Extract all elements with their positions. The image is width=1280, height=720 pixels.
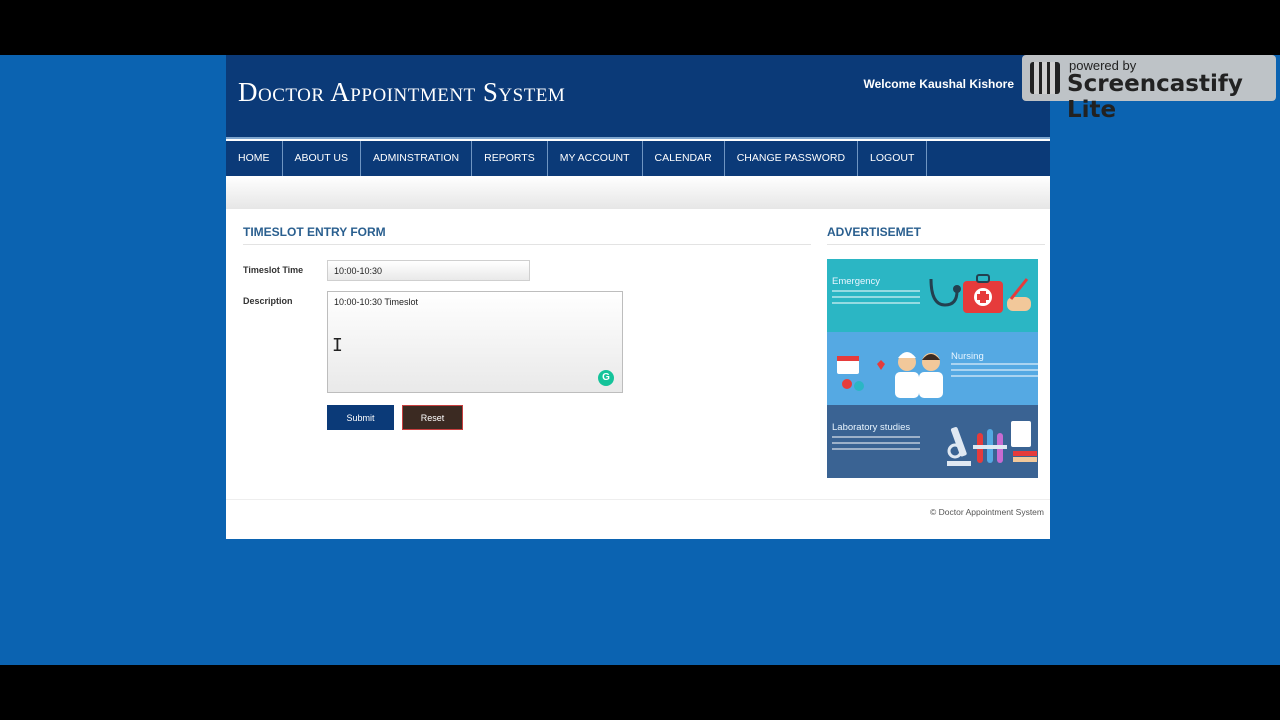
site-title[interactable]: Doctor Appointment System	[238, 77, 565, 108]
reset-button[interactable]: Reset	[402, 405, 463, 430]
description-textarea[interactable]: 10:00-10:30 Timeslot	[327, 291, 623, 393]
screencastify-watermark: powered by Screencastify Lite	[1022, 55, 1276, 123]
welcome-message: Welcome Kaushal Kishore	[863, 77, 1015, 91]
site-container: Doctor Appointment System Welcome Kausha…	[226, 55, 1050, 539]
nav-calendar[interactable]: CALENDAR	[643, 141, 725, 176]
form-title: TIMESLOT ENTRY FORM	[243, 225, 386, 239]
ad-placeholder-text	[832, 290, 920, 308]
submit-button[interactable]: Submit	[327, 405, 394, 430]
watermark-brand: Screencastify Lite	[1067, 71, 1243, 123]
microscope-icon	[947, 421, 1037, 466]
nav-administration[interactable]: ADMINSTRATION	[361, 141, 473, 176]
description-label: Description	[243, 296, 293, 306]
ad-placeholder-text	[951, 363, 1039, 381]
timeslot-time-label: Timeslot Time	[243, 265, 304, 275]
video-letterbox-bottom	[0, 665, 1280, 720]
ad-heading: Laboratory studies	[832, 422, 911, 433]
sub-header-bar	[226, 176, 1050, 209]
film-strip-icon	[1030, 62, 1060, 94]
grammarly-icon[interactable]: G	[598, 370, 614, 386]
nav-my-account[interactable]: MY ACCOUNT	[548, 141, 643, 176]
ad-panel-emergency[interactable]: Emergency	[827, 259, 1038, 332]
form-title-divider	[243, 244, 811, 245]
nav-change-password[interactable]: CHANGE PASSWORD	[725, 141, 859, 176]
main-content: TIMESLOT ENTRY FORM Timeslot Time 10:00-…	[226, 209, 1050, 499]
nav-logout[interactable]: LOGOUT	[858, 141, 928, 176]
text-cursor-icon: I	[332, 335, 343, 356]
ad-heading: Emergency	[832, 276, 881, 287]
ad-placeholder-text	[832, 436, 920, 454]
main-nav: HOME ABOUT US ADMINSTRATION REPORTS MY A…	[226, 141, 1050, 176]
footer-copyright: © Doctor Appointment System	[930, 507, 1044, 517]
site-header: Doctor Appointment System Welcome Kausha…	[226, 55, 1050, 139]
nurse-doctor-icon	[837, 352, 943, 398]
ad-panel-nursing[interactable]: Nursing	[827, 332, 1039, 405]
footer-divider	[226, 499, 1050, 500]
nav-reports[interactable]: REPORTS	[472, 141, 548, 176]
timeslot-time-input[interactable]: 10:00-10:30	[327, 260, 530, 281]
ad-heading: Nursing	[951, 351, 984, 362]
nav-home[interactable]: HOME	[226, 141, 283, 176]
medical-kit-icon	[929, 274, 1031, 313]
browser-viewport: Doctor Appointment System Welcome Kausha…	[0, 55, 1280, 665]
nav-about-us[interactable]: ABOUT US	[283, 141, 361, 176]
advertisement-divider	[827, 244, 1045, 245]
ad-panel-laboratory[interactable]: Laboratory studies	[827, 405, 1038, 478]
advertisement-title: ADVERTISEMET	[827, 225, 922, 239]
video-letterbox-top	[0, 0, 1280, 55]
